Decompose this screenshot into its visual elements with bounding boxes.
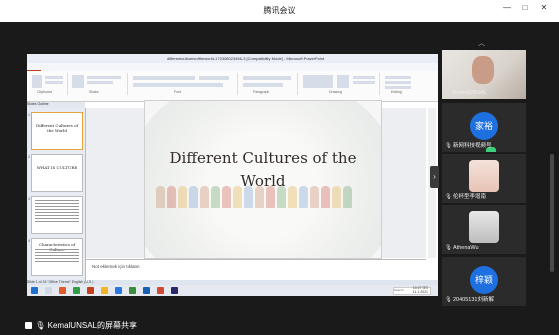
participant-avatar: 梓颖 xyxy=(470,266,498,294)
close-button[interactable]: ✕ xyxy=(537,3,551,12)
participant-name: 20405131刘新解 xyxy=(453,297,494,303)
ribbon-group-paragraph: Paragraph xyxy=(239,73,298,95)
thumbnail-text: WHAT IS CULTURE xyxy=(36,165,78,170)
participant-avatar: 家裕 xyxy=(470,112,498,140)
participant-tile[interactable]: 🎙 AthenaWu xyxy=(442,205,526,254)
thumbnail-number: 1 xyxy=(28,113,30,117)
window-title: 腾讯会议 xyxy=(263,6,296,15)
ribbon-group-clipboard: Clipboard xyxy=(29,73,68,95)
meeting-window: 腾讯会议 — □ ✕ differentculturesoftheworld-1… xyxy=(0,0,559,335)
screen-share-text: KemalUNSAL的屏幕共享 xyxy=(47,321,137,330)
ribbon-group-label: Slides xyxy=(89,90,99,94)
slide-canvas: Different Cultures of the World xyxy=(144,100,382,259)
slide-thumbnails: 1 Different Cultures of the World 2 WHAT… xyxy=(27,108,86,280)
participant-tile[interactable]: 🎙 KemalUNSAL xyxy=(442,50,526,99)
mic-icon: 🎙 xyxy=(445,194,452,200)
ribbon-group-label: Font xyxy=(174,90,182,94)
thumbnail-number: 4 xyxy=(28,239,30,243)
ribbon: Clipboard Slides Font Paragraph Drawing … xyxy=(27,71,438,102)
maximize-button[interactable]: □ xyxy=(518,3,532,12)
app-icon xyxy=(59,287,66,294)
ribbon-group-slides: Slides xyxy=(69,73,128,95)
ppt-titlebar: differentculturesoftheworld-170308023456… xyxy=(27,54,438,63)
participant-tile[interactable]: 🎙 伦杯型李增南 xyxy=(442,154,526,203)
ribbon-group-drawing: Drawing xyxy=(299,73,380,95)
ppt-window-title: differentculturesoftheworld-170308023456… xyxy=(167,56,325,61)
mic-icon: 🎙 xyxy=(445,143,452,149)
collapse-arrow-icon[interactable]: › xyxy=(430,166,439,188)
participant-tile[interactable]: 梓颖 🎙 20405131刘新解 xyxy=(442,257,526,306)
slide-thumbnail: 3 xyxy=(28,196,83,234)
app-icon xyxy=(143,287,150,294)
app-icon xyxy=(157,287,164,294)
participant-name: 新网科技视频号 xyxy=(453,143,492,149)
thumbnail-number: 3 xyxy=(28,197,30,201)
thumbnail-number: 2 xyxy=(28,155,30,159)
mic-icon: 🎙 xyxy=(445,90,452,96)
minimize-button[interactable]: — xyxy=(500,3,514,12)
thumbnail-text: Different Cultures of the World xyxy=(35,123,79,133)
mic-icon: 🎙 xyxy=(35,321,46,330)
participant-face xyxy=(472,56,494,84)
mic-icon: 🎙 xyxy=(445,245,452,251)
participant-name: 伦杯型李增南 xyxy=(453,194,487,200)
ribbon-group-font: Font xyxy=(129,73,238,95)
app-icon xyxy=(73,287,80,294)
slide-title: Different Cultures of the World xyxy=(169,149,357,190)
slide-thumbnail: 4 Characteristics of Culture xyxy=(28,238,83,276)
powerpoint-icon xyxy=(87,287,94,294)
notes-placeholder: Not eklemek için tıklatın xyxy=(92,264,140,269)
app-icon xyxy=(129,287,136,294)
notes-pane: Not eklemek için tıklatın xyxy=(86,259,426,274)
participant-name: AthenaWu xyxy=(453,245,479,251)
ribbon-group-label: Clipboard xyxy=(37,90,52,94)
ribbon-group-label: Drawing xyxy=(329,90,342,94)
title-bar: 腾讯会议 — □ ✕ xyxy=(0,0,559,22)
chevron-up-icon[interactable]: ︿ xyxy=(478,38,485,48)
ribbon-group-label: Paragraph xyxy=(253,90,270,94)
ribbon-group-editing: Editing xyxy=(381,73,433,95)
ribbon-group-label: Editing xyxy=(391,90,402,94)
screen-share-icon xyxy=(25,322,32,329)
app-icon xyxy=(115,287,122,294)
slide-thumbnail: 2 WHAT IS CULTURE xyxy=(28,154,83,192)
start-icon xyxy=(31,287,38,294)
folder-icon xyxy=(101,287,108,294)
sidebar-scrollbar[interactable] xyxy=(550,154,554,272)
taskbar-clock: 10:27 ÖÖ 11.1.2021 xyxy=(413,286,428,294)
app-icon xyxy=(45,287,52,294)
slide-thumbnail: 1 Different Cultures of the World xyxy=(28,112,83,150)
app-icon xyxy=(171,287,178,294)
mic-icon: 🎙 xyxy=(445,297,452,303)
participant-photo xyxy=(469,211,499,243)
participant-photo xyxy=(469,160,499,192)
shared-screen: differentculturesoftheworld-170308023456… xyxy=(27,54,438,296)
clock-date: 11.1.2021 xyxy=(412,290,428,294)
shared-taskbar: Search 10:27 ÖÖ 11.1.2021 xyxy=(27,285,438,296)
participant-tile[interactable]: 家裕 🎙 新网科技视频号 xyxy=(442,103,526,152)
participant-name: KemalUNSAL xyxy=(453,90,487,96)
people-illustration xyxy=(155,186,371,244)
screen-share-label: 🎙 KemalUNSAL的屏幕共享 xyxy=(25,320,137,331)
